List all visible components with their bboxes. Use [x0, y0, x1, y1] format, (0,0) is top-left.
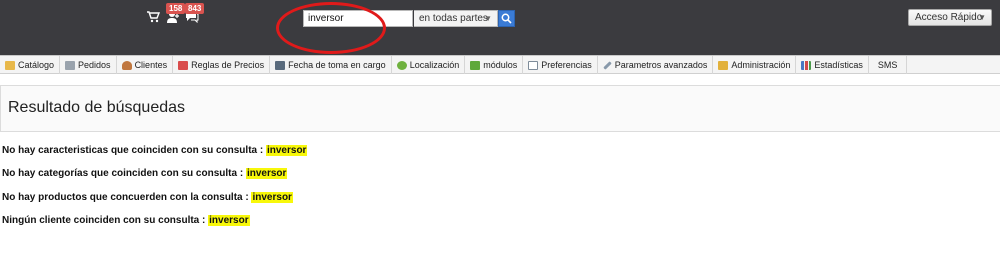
page-heading-panel: Resultado de búsquedas [0, 85, 1000, 132]
menu-item-label: Pedidos [78, 60, 111, 70]
menu-item-label: Localización [409, 60, 460, 70]
menu-item-catalogo[interactable]: Catálogo [0, 56, 61, 74]
search-term-highlight: inversor [251, 192, 293, 203]
top-header: 158 843 inversor en todas partes ▼ Acces… [0, 0, 1000, 55]
search-term-highlight: inversor [265, 145, 308, 156]
menu-item-label: Catálogo [18, 60, 55, 70]
search-term-highlight: inversor [245, 168, 288, 179]
result-text: Ningún cliente coinciden con su consulta… [2, 215, 206, 226]
result-text: No hay caracteristicas que coinciden con… [2, 145, 264, 156]
folder-icon [5, 60, 15, 70]
wrench-icon [603, 60, 612, 70]
menu-item-label: Parametros avanzados [614, 60, 708, 70]
menu-item-reglas-de-precios[interactable]: Reglas de Precios [173, 56, 271, 74]
menu-item-clientes[interactable]: Clientes [117, 56, 174, 74]
customers-count-badge: 158 [166, 3, 186, 14]
menu-item-label: Administración [731, 60, 791, 70]
result-text: No hay categorías que coinciden con su c… [2, 168, 244, 179]
truck-icon [275, 60, 286, 70]
cart-icon [65, 60, 76, 70]
result-message-products: No hay productos que concuerden con la c… [2, 192, 293, 203]
monitor-icon [528, 60, 539, 70]
bar-chart-icon [801, 60, 812, 70]
menu-item-label: Estadísticas [814, 60, 863, 70]
search-term-highlight: inversor [208, 215, 250, 226]
user-icon [121, 60, 132, 70]
menu-item-label: Reglas de Precios [191, 60, 265, 70]
price-rules-icon [178, 60, 189, 70]
menu-item-fecha-de-toma-en-cargo[interactable]: Fecha de toma en cargo [270, 56, 392, 74]
result-message-features: No hay caracteristicas que coinciden con… [2, 145, 308, 156]
quick-access-label: Acceso Rápido [915, 12, 983, 23]
messages-count-badge: 843 [185, 3, 205, 14]
menu-item-preferencias[interactable]: Preferencias [523, 56, 598, 74]
main-menu: Catálogo Pedidos Clientes Reglas de Prec… [0, 55, 1000, 74]
puzzle-icon [470, 60, 481, 70]
result-text: No hay productos que concuerden con la c… [2, 192, 249, 203]
menu-item-label: módulos [483, 60, 518, 70]
chevron-down-icon: ▼ [484, 14, 492, 23]
search-icon [501, 13, 512, 24]
search-button[interactable] [498, 10, 515, 27]
search-scope-label: en todas partes [419, 13, 488, 24]
cart-icon[interactable] [146, 10, 162, 24]
menu-item-parametros-avanzados[interactable]: Parametros avanzados [598, 56, 714, 74]
menu-item-localizacion[interactable]: Localización [392, 56, 466, 74]
menu-item-estadisticas[interactable]: Estadísticas [796, 56, 869, 74]
search-input[interactable]: inversor [303, 10, 413, 27]
menu-item-modulos[interactable]: módulos [465, 56, 524, 74]
result-message-categories: No hay categorías que coinciden con su c… [2, 168, 288, 179]
chevron-down-icon: ▼ [978, 13, 986, 22]
menu-item-label: Fecha de toma en cargo [288, 60, 386, 70]
page-title: Resultado de búsquedas [8, 99, 186, 116]
menu-item-administracion[interactable]: Administración [713, 56, 797, 74]
menu-item-label: Preferencias [541, 60, 592, 70]
menu-item-sms[interactable]: SMS [869, 56, 908, 74]
menu-item-pedidos[interactable]: Pedidos [60, 56, 117, 74]
key-icon [718, 60, 729, 70]
result-message-customers: Ningún cliente coinciden con su consulta… [2, 215, 250, 226]
menu-item-label: Clientes [134, 60, 168, 70]
globe-icon [396, 60, 407, 70]
search-scope-select[interactable]: en todas partes ▼ [414, 10, 498, 27]
quick-access-dropdown[interactable]: Acceso Rápido ▼ [908, 9, 992, 26]
menu-item-label: SMS [877, 60, 898, 70]
